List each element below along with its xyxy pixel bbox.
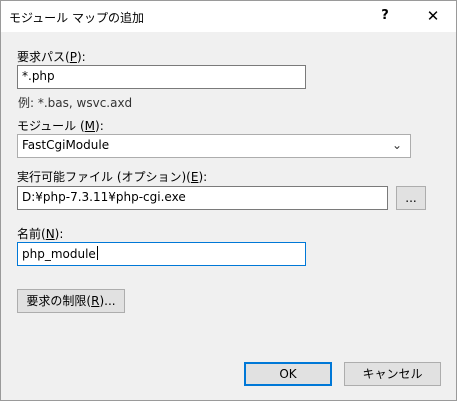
- title-bar: モジュール マップの追加 ? ✕: [1, 1, 456, 32]
- ok-button[interactable]: OK: [244, 362, 332, 386]
- module-select[interactable]: FastCgiModule ⌄: [17, 134, 411, 158]
- window-title: モジュール マップの追加: [9, 11, 144, 25]
- name-input[interactable]: php_module: [17, 242, 306, 266]
- cancel-button[interactable]: キャンセル: [344, 362, 441, 386]
- executable-input[interactable]: D:¥php-7.3.11¥php-cgi.exe: [17, 186, 388, 210]
- close-icon[interactable]: ✕: [421, 5, 445, 27]
- request-path-label: 要求パス(P):: [17, 50, 86, 64]
- help-button[interactable]: ?: [373, 5, 397, 27]
- module-label: モジュール (M):: [17, 119, 104, 133]
- request-path-example: 例: *.bas, wsvc.axd: [18, 96, 133, 110]
- request-path-input[interactable]: *.php: [17, 65, 306, 89]
- name-label: 名前(N):: [17, 227, 64, 241]
- request-restrictions-button[interactable]: 要求の制限(R)...: [17, 289, 125, 313]
- text-caret: [96, 246, 98, 260]
- dialog-window: モジュール マップの追加 ? ✕ 要求パス(P): *.php 例: *.bas…: [0, 0, 457, 401]
- chevron-down-icon: ⌄: [391, 138, 402, 152]
- browse-button[interactable]: ...: [396, 186, 426, 210]
- executable-label: 実行可能ファイル (オプション)(E):: [17, 170, 208, 184]
